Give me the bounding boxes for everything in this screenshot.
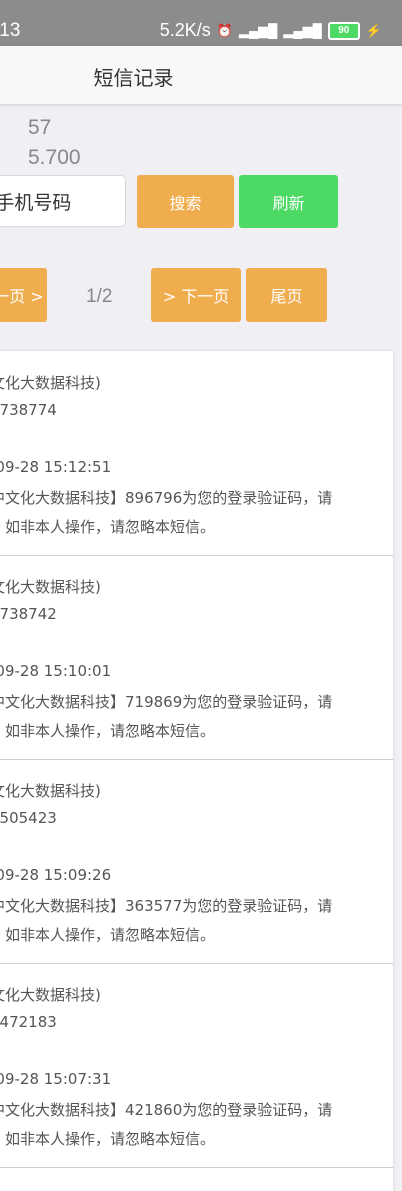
charging-icon: ⚡ xyxy=(365,22,382,38)
stat-line-2: 5.700 xyxy=(28,146,81,169)
message-phone: 8472183 xyxy=(0,1013,57,1031)
message-phone: 2505423 xyxy=(0,809,57,827)
page-title: 短信记录 xyxy=(93,66,174,90)
battery-icon: 90 xyxy=(327,21,360,40)
list-item[interactable]: 文化大数据科技) 2505423 -09-28 15:09:26 中文化大数据科… xyxy=(0,759,393,964)
message-content: 中文化大数据科技】896796为您的登录验证码，请 xyxy=(0,489,333,507)
message-content: 中文化大数据科技】421860为您的登录验证码，请 xyxy=(0,1101,333,1119)
message-time: -09-28 15:09:26 xyxy=(0,866,112,884)
message-content: 中文化大数据科技】719869为您的登录验证码，请 xyxy=(0,693,333,711)
network-speed: 5.2K/s xyxy=(159,20,211,40)
message-sender: 文化大数据科技) xyxy=(0,578,101,596)
alarm-icon: ⏰ xyxy=(216,22,233,38)
message-sender: 文化大数据科技) xyxy=(0,986,101,1004)
stat-line-1: 57 xyxy=(28,116,52,139)
refresh-button[interactable]: 刷新 xyxy=(239,175,338,228)
message-content: 中文化大数据科技】363577为您的登录验证码，请 xyxy=(0,897,333,915)
list-item[interactable]: 文化大数据科技) 2738774 -09-28 15:12:51 中文化大数据科… xyxy=(0,351,393,556)
message-list: 文化大数据科技) 2738774 -09-28 15:12:51 中文化大数据科… xyxy=(0,351,393,1191)
message-content-line2: 。如非本人操作，请忽略本短信。 xyxy=(0,1130,216,1148)
message-time: -09-28 15:10:01 xyxy=(0,662,112,680)
message-content-line2: 。如非本人操作，请忽略本短信。 xyxy=(0,518,216,536)
status-time: :13 xyxy=(0,20,21,41)
message-sender: 文化大数据科技) xyxy=(0,374,101,392)
list-item[interactable]: 文化大数据科技) 8472183 -09-28 15:07:31 中文化大数据科… xyxy=(0,963,393,1168)
search-input[interactable]: /手机号码 xyxy=(0,175,126,227)
search-input-value: /手机号码 xyxy=(0,191,72,214)
page-indicator: 1/2 xyxy=(86,286,113,307)
message-content-line2: 。如非本人操作，请忽略本短信。 xyxy=(0,926,216,944)
list-item[interactable]: 文化大数据科技) 2738742 -09-28 15:10:01 中文化大数据科… xyxy=(0,555,393,760)
last-page-button[interactable]: 尾页 xyxy=(246,268,327,322)
message-sender: 文化大数据科技) xyxy=(0,782,101,800)
status-icons: 5.2K/s ⏰ ▂▄▆█ ▂▄▆█ 90 ⚡ xyxy=(160,20,382,41)
search-button[interactable]: 搜索 xyxy=(137,175,234,228)
message-time: -09-28 15:07:31 xyxy=(0,1070,112,1088)
prev-page-button[interactable]: 一页 > xyxy=(0,268,47,322)
message-content-line2: 。如非本人操作，请忽略本短信。 xyxy=(0,722,216,740)
status-bar: :13 5.2K/s ⏰ ▂▄▆█ ▂▄▆█ 90 ⚡ xyxy=(0,0,402,46)
message-time: -09-28 15:12:51 xyxy=(0,458,112,476)
signal-icon: ▂▄▆█ xyxy=(238,22,278,38)
message-phone: 2738774 xyxy=(0,401,57,419)
nav-bar: 短信记录 xyxy=(0,46,402,104)
message-phone: 2738742 xyxy=(0,605,57,623)
next-page-button[interactable]: > 下一页 xyxy=(151,268,241,322)
signal-4g-icon: ▂▄▆█ xyxy=(283,22,322,38)
